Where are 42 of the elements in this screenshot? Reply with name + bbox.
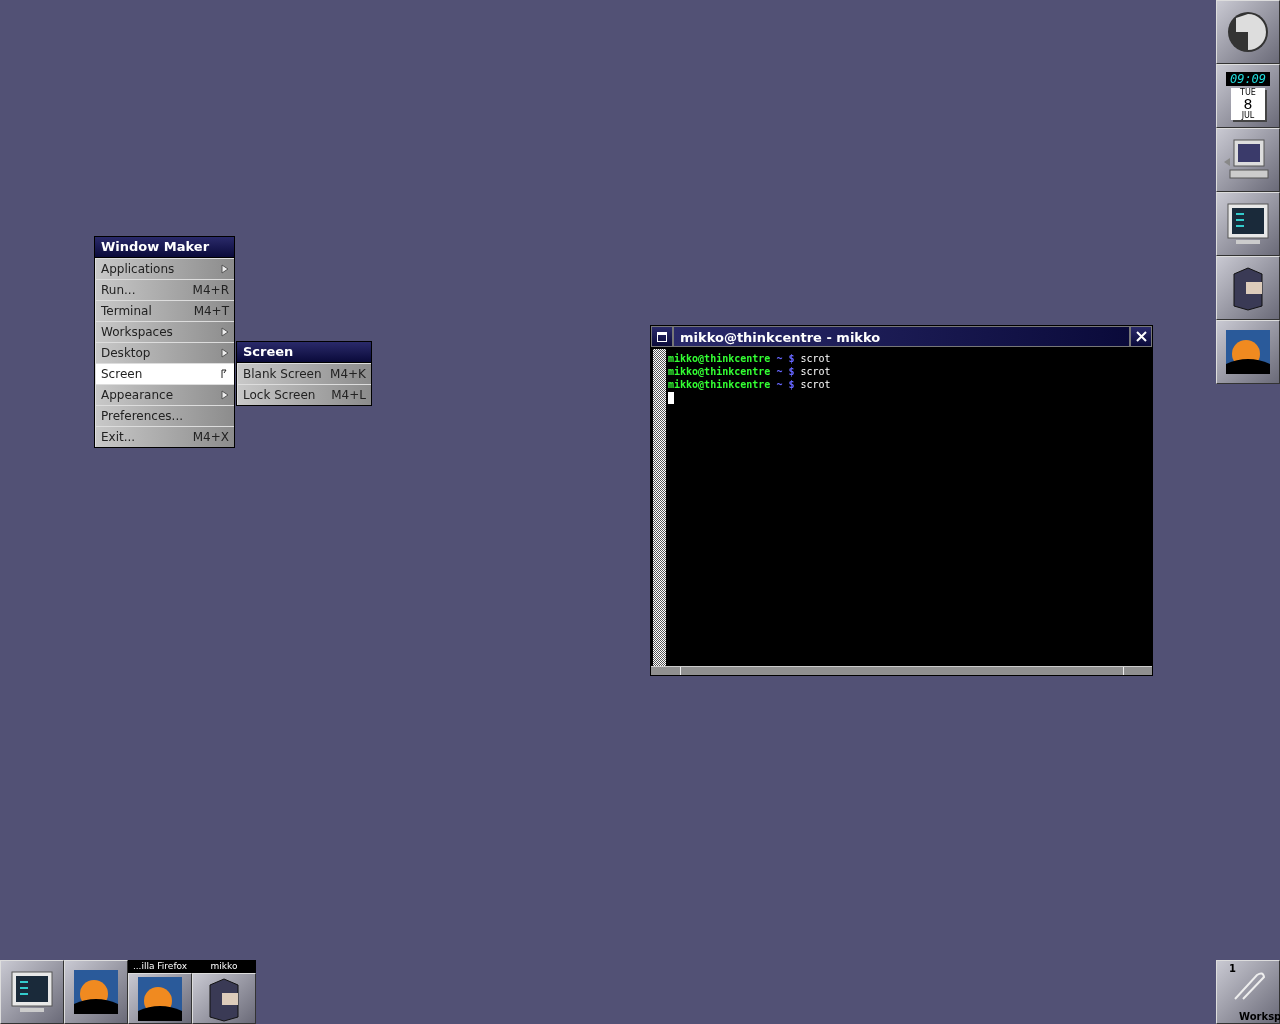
menu-item[interactable]: Lock Screen M4+L [237, 384, 371, 405]
menu-item[interactable]: Screen [95, 363, 234, 384]
clock-time: 09:09 [1225, 72, 1271, 86]
app-icon[interactable] [64, 960, 128, 1024]
menu-title: Window Maker [95, 237, 234, 258]
menu-item[interactable]: Terminal M4+T [95, 300, 234, 321]
menu-item[interactable]: Appearance [95, 384, 234, 405]
menu-item[interactable]: Exit... M4+X [95, 426, 234, 447]
menu-item[interactable]: Desktop [95, 342, 234, 363]
dock-tile[interactable] [1216, 320, 1280, 384]
submenu-arrow-icon [221, 369, 229, 379]
text-cursor [668, 392, 674, 404]
app-icon[interactable] [0, 960, 64, 1024]
menu-item[interactable]: Workspaces [95, 321, 234, 342]
close-button[interactable] [1130, 326, 1152, 347]
dock-tile[interactable] [1216, 256, 1280, 320]
close-icon [1135, 331, 1147, 342]
terminal-line: mikko@thinkcentre ~ $ scrot [668, 365, 832, 378]
window-title: mikko@thinkcentre - mikko [673, 326, 1130, 347]
dock-tile[interactable] [1216, 128, 1280, 192]
submenu-arrow-icon [221, 348, 229, 358]
dock-tile[interactable]: 09:09 TUE 8 JUL [1216, 64, 1280, 128]
window-icon [657, 331, 667, 342]
menu-item[interactable]: Preferences... [95, 405, 234, 426]
app-icon[interactable] [192, 973, 256, 1024]
calendar-page: TUE 8 JUL [1231, 88, 1265, 120]
dock-tile[interactable] [1216, 192, 1280, 256]
icon-title: mikko [192, 960, 256, 973]
menu-title: Screen [237, 342, 371, 363]
scrollbar[interactable] [653, 349, 666, 666]
dock-tile[interactable] [1216, 0, 1280, 64]
menu-item[interactable]: Blank Screen M4+K [237, 363, 371, 384]
terminal-line: mikko@thinkcentre ~ $ scrot [668, 352, 832, 365]
app-icon[interactable] [128, 973, 192, 1024]
menu-item[interactable]: Applications [95, 258, 234, 279]
menu-item[interactable]: Run... M4+R [95, 279, 234, 300]
minimize-button[interactable] [651, 326, 673, 347]
icon-title: ...illa Firefox [128, 960, 192, 973]
submenu-arrow-icon [221, 390, 229, 400]
submenu-arrow-icon [221, 327, 229, 337]
submenu-arrow-icon [221, 264, 229, 274]
terminal-line: mikko@thinkcentre ~ $ scrot [668, 378, 832, 391]
